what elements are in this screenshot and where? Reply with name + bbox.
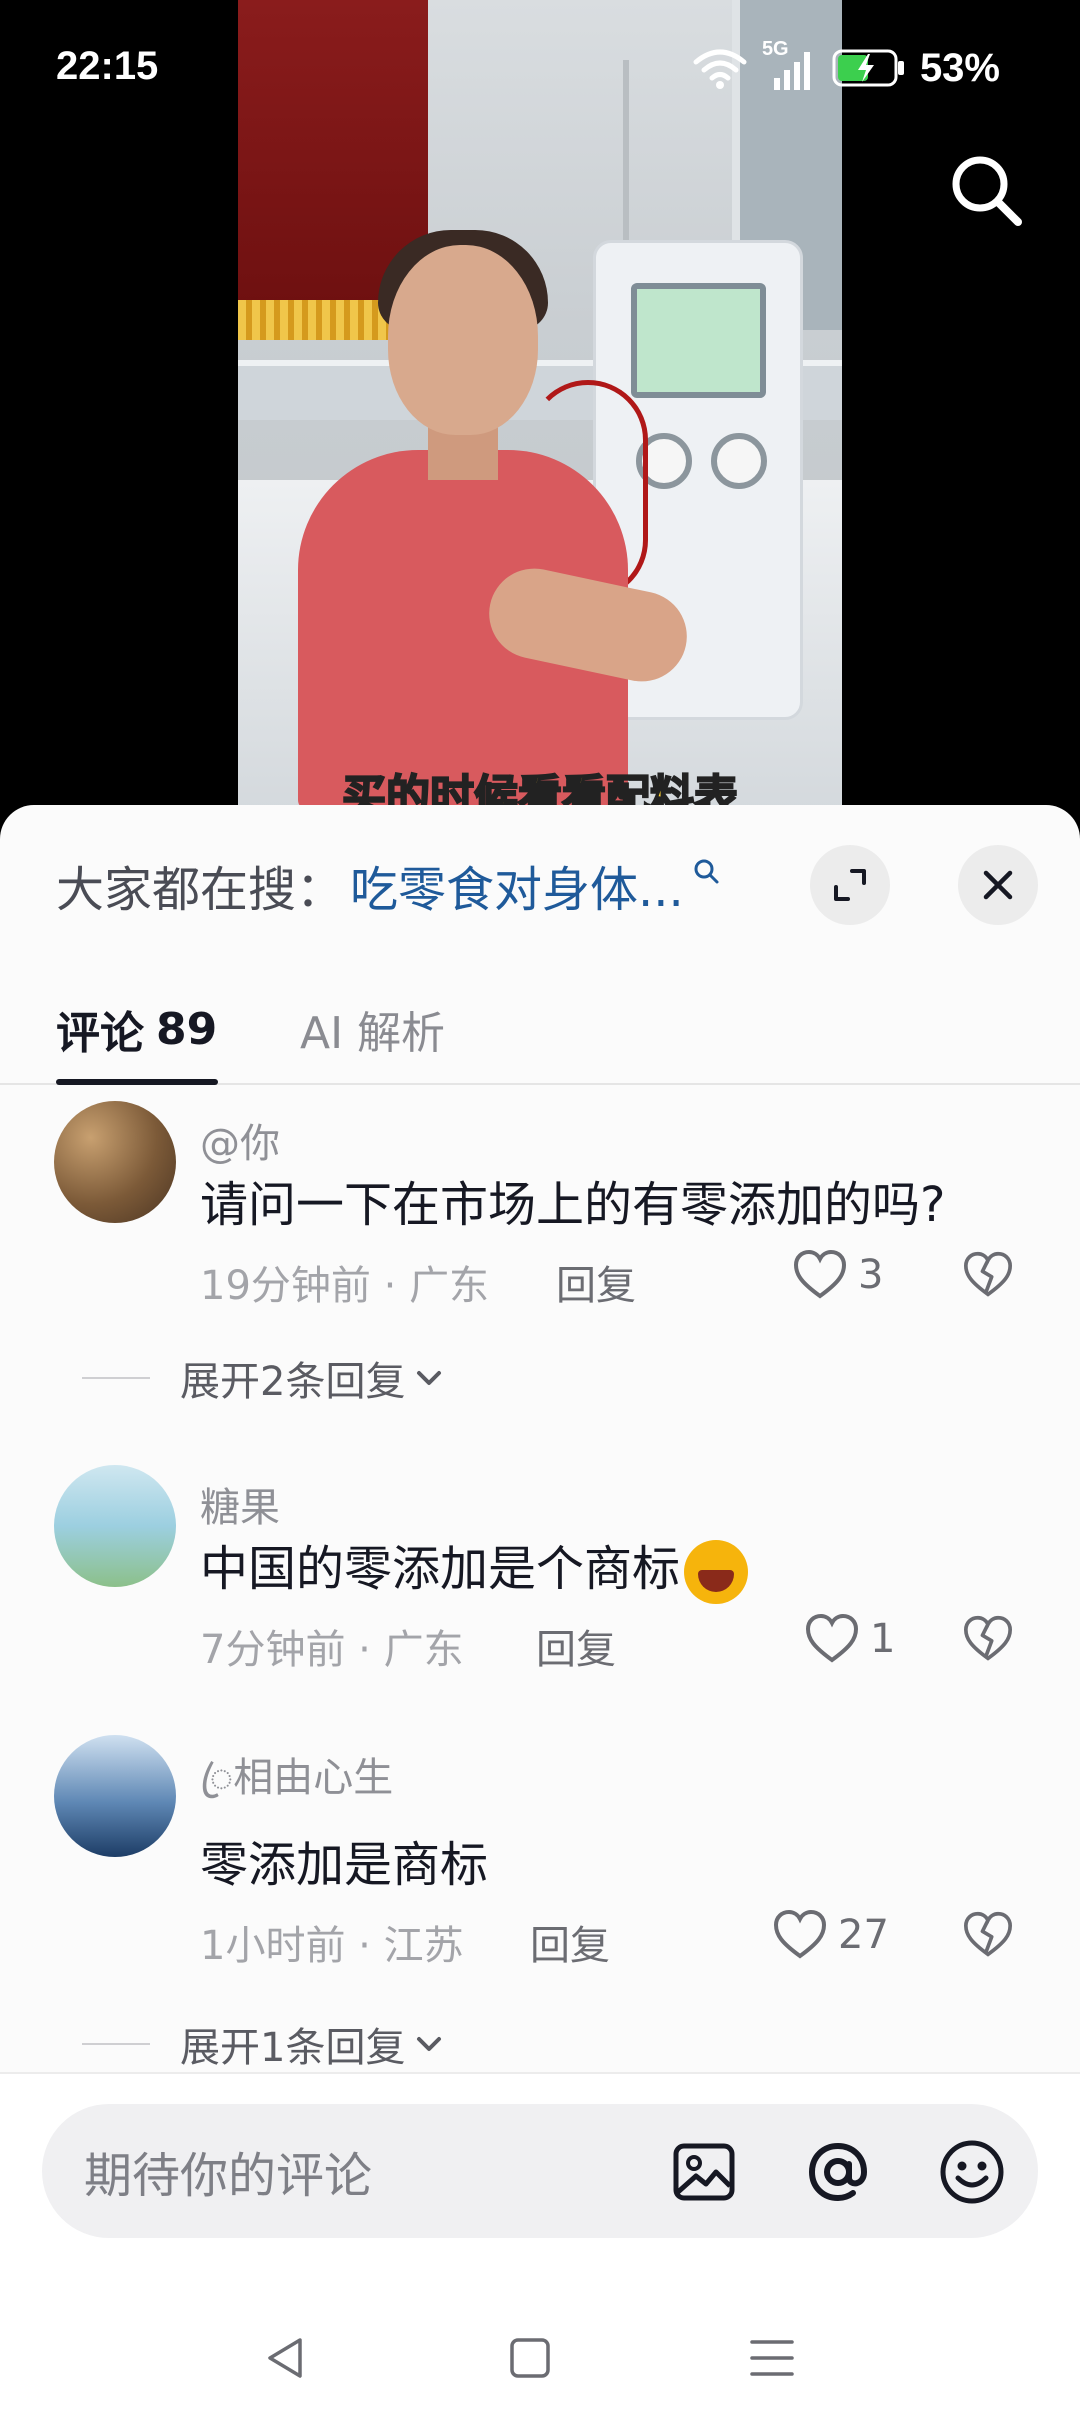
like-button[interactable]: 1	[804, 1613, 895, 1665]
comment-username[interactable]: ◌ꦿ相由心生	[200, 1745, 393, 1828]
comment-item: 糖果 中国的零添加是个商标 7分钟前 · 广东 回复 1	[0, 1465, 1080, 1715]
comment-text[interactable]: 请问一下在市场上的有零添加的吗?	[200, 1165, 945, 1235]
avatar[interactable]	[54, 1465, 176, 1587]
battery-icon	[832, 49, 904, 87]
broken-heart-icon	[963, 1911, 1013, 1957]
comment-location: 广东	[409, 1263, 490, 1309]
avatar[interactable]	[54, 1735, 176, 1857]
image-icon	[673, 2143, 735, 2201]
expand-replies-label: 展开2条回复	[180, 1359, 406, 1405]
wifi-icon	[693, 49, 747, 89]
comment-input[interactable]: 期待你的评论	[42, 2104, 1038, 2238]
comment-text[interactable]: 中国的零添加是个商标	[200, 1529, 749, 1604]
mention-button[interactable]	[798, 2132, 878, 2212]
comment-text[interactable]: 零添加是商标	[200, 1825, 488, 1895]
signal-icon: 5G	[762, 38, 818, 92]
tab-comments-count: 89	[156, 1003, 218, 1055]
reply-button[interactable]: 回复	[536, 1617, 616, 1675]
meta-separator: ·	[383, 1263, 410, 1309]
video-search-button[interactable]	[946, 150, 1026, 230]
menu-lines-icon	[750, 2340, 794, 2376]
home-square-icon	[510, 2338, 550, 2378]
reply-button[interactable]: 回复	[530, 1913, 610, 1971]
tab-comments[interactable]: 评论 89	[56, 975, 217, 1083]
comment-location: 江苏	[383, 1923, 464, 1969]
close-button[interactable]	[958, 845, 1038, 925]
comment-meta: 1小时前 · 江苏	[200, 1913, 464, 1971]
dislike-button[interactable]	[962, 1615, 1014, 1667]
chevron-down-icon	[417, 2037, 442, 2051]
comment-sheet: 大家都在搜： 吃零食对身体... 评论 89 AI 解析 @你 请问一下在市场上…	[0, 805, 1080, 2412]
expand-replies-button[interactable]: 展开2条回复	[82, 1349, 445, 1407]
person-face	[388, 245, 538, 435]
expand-replies-label: 展开1条回复	[180, 2025, 406, 2071]
nav-menu-button[interactable]	[732, 2318, 812, 2398]
comment-input-area: 期待你的评论	[0, 2072, 1080, 2412]
machine-pump	[711, 433, 767, 489]
search-icon	[694, 859, 719, 884]
nav-back-button[interactable]	[246, 2318, 326, 2398]
system-nav-bar	[0, 2318, 1080, 2412]
comment-text-content: 中国的零添加是个商标	[200, 1541, 681, 1597]
expand-icon	[834, 869, 866, 901]
avatar[interactable]	[54, 1101, 176, 1223]
comment-username[interactable]: 糖果	[200, 1475, 280, 1533]
heart-icon	[793, 1249, 847, 1299]
close-icon	[983, 870, 1013, 900]
like-count: 1	[870, 1616, 896, 1662]
like-button[interactable]: 27	[772, 1909, 889, 1961]
status-time: 22:15	[56, 44, 159, 88]
divider-line	[82, 2043, 150, 2045]
hot-search-query[interactable]: 吃零食对身体...	[350, 850, 684, 920]
comment-meta: 7分钟前 · 广东	[200, 1617, 464, 1675]
hot-search-bar[interactable]: 大家都在搜： 吃零食对身体...	[56, 845, 720, 925]
machine-screen	[631, 283, 766, 398]
video-subtitle: 买的时候看看配料表	[341, 770, 739, 810]
divider-line	[82, 1377, 150, 1379]
comment-input-placeholder: 期待你的评论	[84, 2148, 373, 2204]
nav-home-button[interactable]	[490, 2318, 570, 2398]
emoji-icon	[940, 2140, 1004, 2204]
comment-tabs: 评论 89 AI 解析	[0, 975, 1080, 1085]
expand-replies-button[interactable]: 展开1条回复	[82, 2015, 445, 2073]
comment-time: 1小时前	[200, 1923, 346, 1969]
status-icons: 5G 53%	[692, 38, 1000, 92]
meta-separator: ·	[358, 1627, 384, 1673]
comment-time: 7分钟前	[200, 1627, 346, 1673]
image-button[interactable]	[664, 2132, 744, 2212]
reply-button[interactable]: 回复	[556, 1253, 636, 1311]
active-tab-indicator	[56, 1079, 218, 1085]
at-icon	[808, 2142, 868, 2202]
like-button[interactable]: 3	[792, 1249, 883, 1301]
heart-icon	[805, 1613, 859, 1663]
expand-button[interactable]	[810, 845, 890, 925]
dislike-button[interactable]	[962, 1911, 1014, 1963]
grinning-squint-emoji-icon	[684, 1540, 749, 1604]
meta-separator: ·	[358, 1923, 384, 1969]
comment-meta: 19分钟前 · 广东	[200, 1253, 489, 1311]
broken-heart-icon	[963, 1615, 1013, 1661]
chevron-down-icon	[417, 1371, 442, 1385]
like-count: 27	[838, 1912, 889, 1958]
comment-time: 19分钟前	[200, 1263, 371, 1309]
dislike-button[interactable]	[962, 1251, 1014, 1303]
video-frame[interactable]: 买的时候看看配料表	[238, 0, 842, 810]
battery-percent: 53%	[919, 45, 1000, 90]
comment-item: @你 请问一下在市场上的有零添加的吗? 19分钟前 · 广东 回复 3 展开2条…	[0, 1101, 1080, 1431]
tab-comments-label: 评论	[56, 1008, 144, 1059]
hot-search-prefix: 大家都在搜：	[56, 862, 345, 918]
video-player[interactable]: 买的时候看看配料表 22:15 5G 53%	[0, 0, 1080, 810]
heart-icon	[773, 1909, 827, 1959]
back-triangle-icon	[268, 2338, 302, 2378]
like-count: 3	[858, 1252, 884, 1298]
search-icon	[952, 156, 1022, 226]
comment-item: ◌ꦿ相由心生 零添加是商标 1小时前 · 江苏 回复 27 展开1条回复	[0, 1735, 1080, 2071]
emoji-button[interactable]	[932, 2132, 1012, 2212]
comment-location: 广东	[383, 1627, 464, 1673]
broken-heart-icon	[963, 1251, 1013, 1297]
comment-username[interactable]: @你	[200, 1111, 280, 1169]
tab-ai-analysis[interactable]: AI 解析	[300, 975, 445, 1083]
